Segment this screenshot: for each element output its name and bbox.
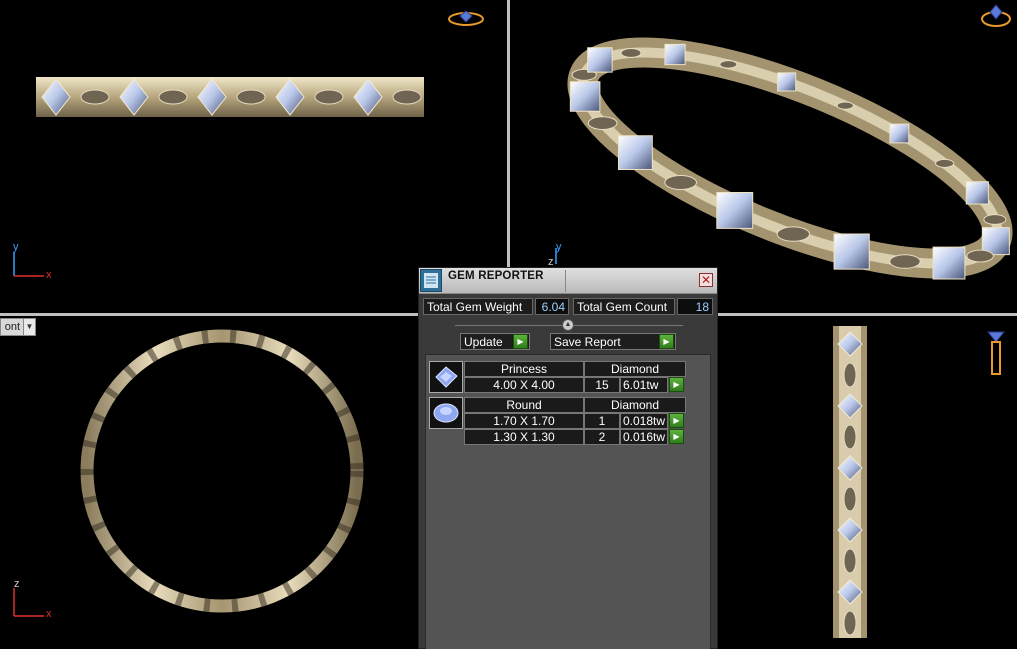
chevron-down-icon: ▼ bbox=[23, 319, 35, 335]
axis-label-right: x bbox=[46, 269, 52, 281]
gem-setting bbox=[617, 135, 653, 170]
gem-setting bbox=[889, 123, 910, 144]
ring-nav-icon[interactable] bbox=[446, 8, 486, 30]
marquise-setting bbox=[843, 548, 857, 574]
gem-setting bbox=[932, 246, 966, 280]
save-report-button-label: Save Report bbox=[554, 335, 621, 349]
gem-size-cell: 1.30 X 1.30 bbox=[464, 429, 584, 445]
axis-label-up: z bbox=[14, 578, 20, 590]
marquise-setting bbox=[966, 249, 994, 263]
round-gem-icon[interactable] bbox=[429, 397, 463, 429]
select-gems-arrow-icon[interactable]: ▶ bbox=[669, 429, 684, 444]
gem-reporter-titlebar[interactable]: GEM REPORTER ✕ bbox=[419, 268, 717, 294]
marquise-setting bbox=[314, 89, 344, 105]
gem-weight-cell: 6.01tw bbox=[620, 377, 668, 393]
gem-size-cell: 4.00 X 4.00 bbox=[464, 377, 584, 393]
total-gem-count-value: 18 bbox=[677, 298, 713, 315]
total-gem-weight-label: Total Gem Weight bbox=[423, 298, 533, 315]
gem-setting bbox=[777, 72, 797, 92]
marquise-setting bbox=[158, 89, 188, 105]
total-gem-count-label: Total Gem Count bbox=[573, 298, 675, 315]
select-gems-arrow-icon[interactable]: ▶ bbox=[669, 377, 684, 392]
princess-gem-icon[interactable] bbox=[429, 361, 463, 393]
gem-setting bbox=[716, 191, 754, 229]
gem-setting bbox=[965, 181, 989, 205]
gem-material-cell: Diamond bbox=[584, 397, 686, 413]
play-arrow-icon: ▶ bbox=[513, 334, 528, 349]
gem-shape-cell: Princess bbox=[464, 361, 584, 377]
collapse-icon[interactable]: ▲ bbox=[562, 319, 574, 331]
marquise-setting bbox=[392, 89, 422, 105]
update-button-label: Update bbox=[464, 335, 503, 349]
gem-material-cell: Diamond bbox=[584, 361, 686, 377]
marquise-setting bbox=[664, 174, 697, 191]
marquise-setting bbox=[843, 362, 857, 388]
marquise-setting bbox=[620, 48, 642, 58]
axis-label-up: y bbox=[13, 241, 19, 253]
gem-setting bbox=[833, 233, 870, 270]
play-arrow-icon: ▶ bbox=[659, 334, 674, 349]
gem-count-cell: 15 bbox=[584, 377, 620, 393]
gem-reporter-panel: GEM REPORTER ✕ Total Gem Weight 6.04 Tot… bbox=[418, 267, 718, 649]
save-report-button[interactable]: Save Report ▶ bbox=[550, 333, 676, 350]
ring-side-nav-icon[interactable] bbox=[984, 326, 1008, 378]
gem-setting bbox=[587, 47, 613, 73]
gem-weight-cell: 0.016tw bbox=[620, 429, 668, 445]
gem-reporter-title: GEM REPORTER bbox=[448, 270, 544, 282]
view-selector[interactable]: ont ▼ bbox=[0, 318, 36, 336]
update-button[interactable]: Update ▶ bbox=[460, 333, 530, 350]
gem-setting bbox=[664, 43, 686, 66]
marquise-setting bbox=[843, 486, 857, 512]
gem-size-cell: 1.70 X 1.70 bbox=[464, 413, 584, 429]
marquise-setting bbox=[80, 89, 110, 105]
close-icon[interactable]: ✕ bbox=[699, 273, 713, 287]
gem-shape-cell: Round bbox=[464, 397, 584, 413]
axis-label-up: y bbox=[556, 241, 562, 253]
gem-list: Princess Diamond 4.00 X 4.00 15 6.01tw ▶… bbox=[425, 354, 711, 649]
axis-label-right: x bbox=[46, 608, 52, 620]
marquise-setting bbox=[935, 158, 955, 168]
marquise-setting bbox=[843, 610, 857, 636]
gem-count-cell: 2 bbox=[584, 429, 620, 445]
total-gem-weight-value: 6.04 bbox=[535, 298, 569, 315]
marquise-setting bbox=[843, 424, 857, 450]
marquise-setting bbox=[587, 116, 618, 131]
marquise-setting bbox=[889, 254, 921, 269]
gem-count-cell: 1 bbox=[584, 413, 620, 429]
ring-nav-icon[interactable] bbox=[978, 2, 1014, 30]
gem-reporter-app-icon bbox=[420, 269, 442, 292]
marquise-setting bbox=[983, 214, 1007, 225]
select-gems-arrow-icon[interactable]: ▶ bbox=[669, 413, 684, 428]
marquise-setting bbox=[776, 226, 810, 242]
marquise-setting bbox=[719, 60, 738, 69]
gem-weight-cell: 0.018tw bbox=[620, 413, 668, 429]
marquise-setting bbox=[836, 101, 854, 110]
view-selector-label: ont bbox=[4, 321, 20, 333]
marquise-setting bbox=[236, 89, 266, 105]
gem-setting bbox=[569, 81, 601, 112]
